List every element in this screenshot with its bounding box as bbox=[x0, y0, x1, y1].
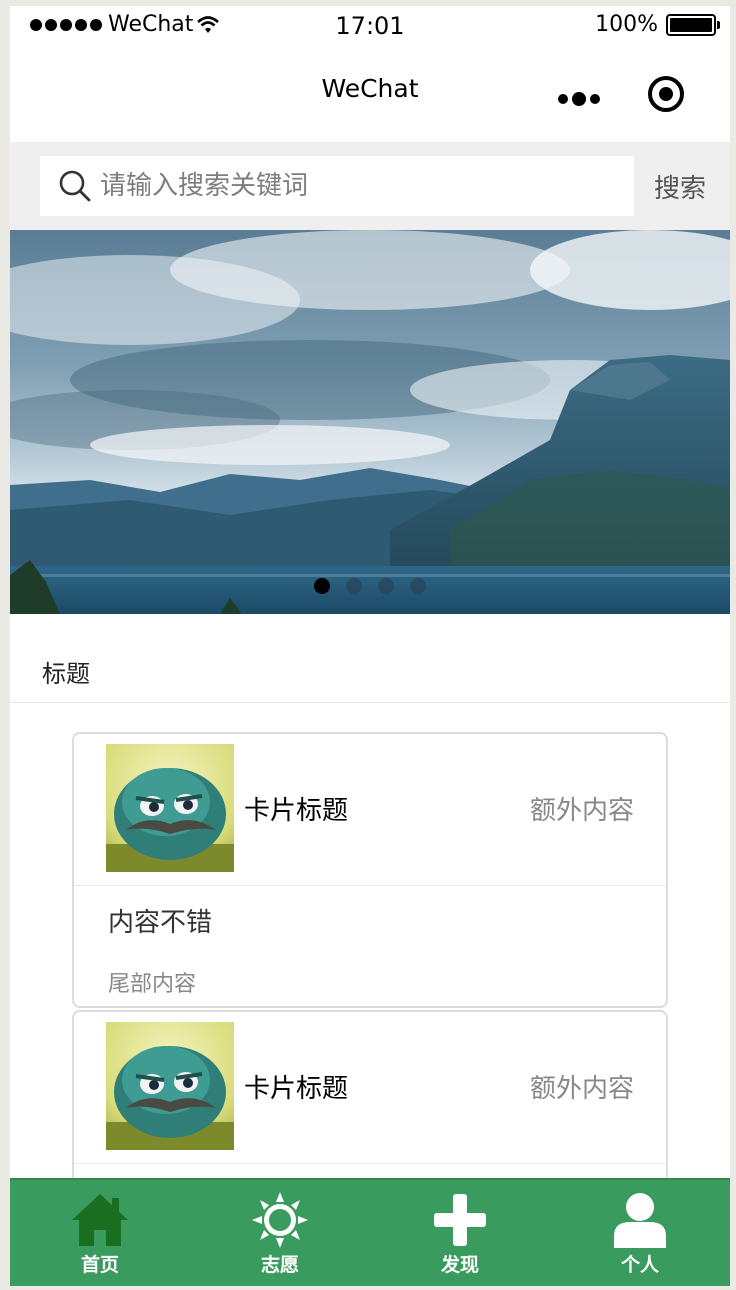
section-title: 标题 bbox=[42, 660, 90, 688]
plus-icon bbox=[434, 1194, 486, 1246]
card-title: 卡片标题 bbox=[244, 1074, 349, 1104]
indicator-dot-2[interactable] bbox=[346, 578, 362, 594]
search-button[interactable]: 搜索 bbox=[654, 168, 706, 205]
indicator-dot-1[interactable] bbox=[314, 578, 330, 594]
card-header: 卡片标题 额外内容 bbox=[74, 734, 666, 886]
card-extra: 额外内容 bbox=[529, 1074, 634, 1104]
close-mini-program-icon[interactable] bbox=[648, 76, 684, 112]
status-right: 100% bbox=[595, 12, 720, 37]
person-icon bbox=[614, 1193, 666, 1248]
search-input[interactable] bbox=[100, 171, 600, 201]
nav-title: WeChat bbox=[321, 74, 419, 103]
card-thumbnail-image bbox=[106, 1022, 234, 1150]
battery-icon bbox=[666, 13, 720, 36]
section-divider bbox=[10, 702, 730, 703]
tab-label: 个人 bbox=[620, 1254, 659, 1276]
tab-label: 首页 bbox=[80, 1254, 119, 1276]
sun-icon bbox=[252, 1192, 308, 1248]
tab-label: 志愿 bbox=[260, 1254, 299, 1276]
banner-indicator bbox=[314, 578, 426, 594]
search-bar: 搜索 bbox=[10, 142, 730, 230]
banner-swiper[interactable] bbox=[10, 230, 730, 614]
status-bar: WeChat 17:01 100% bbox=[10, 6, 730, 46]
card-footer: 尾部内容 bbox=[108, 972, 197, 997]
banner-image bbox=[10, 230, 730, 614]
indicator-dot-3[interactable] bbox=[378, 578, 394, 594]
tab-profile[interactable]: 个人 bbox=[550, 1180, 730, 1286]
tab-home[interactable]: 首页 bbox=[10, 1180, 190, 1286]
tab-volunteer[interactable]: 志愿 bbox=[190, 1180, 370, 1286]
card-thumbnail-image bbox=[106, 744, 234, 872]
home-icon bbox=[72, 1194, 128, 1246]
battery-percent: 100% bbox=[595, 12, 658, 37]
phone-screen: WeChat 17:01 100% WeChat 请输入搜索关键词 搜索 标题 … bbox=[10, 6, 730, 1286]
more-icon[interactable] bbox=[558, 92, 600, 106]
card[interactable]: 卡片标题 额外内容 内容不错 尾部内容 bbox=[72, 732, 668, 1008]
card-header: 卡片标题 额外内容 bbox=[74, 1012, 666, 1164]
search-icon bbox=[59, 170, 91, 202]
card-body: 内容不错 bbox=[108, 908, 213, 938]
card-extra: 额外内容 bbox=[529, 796, 634, 826]
indicator-dot-4[interactable] bbox=[410, 578, 426, 594]
tab-bar: 首页 志愿 发现 个人 bbox=[10, 1178, 730, 1286]
card-title: 卡片标题 bbox=[244, 796, 349, 826]
navigation-bar: WeChat bbox=[10, 46, 730, 142]
tab-discover[interactable]: 发现 bbox=[370, 1180, 550, 1286]
search-box[interactable] bbox=[40, 156, 634, 216]
tab-label: 发现 bbox=[440, 1254, 479, 1276]
